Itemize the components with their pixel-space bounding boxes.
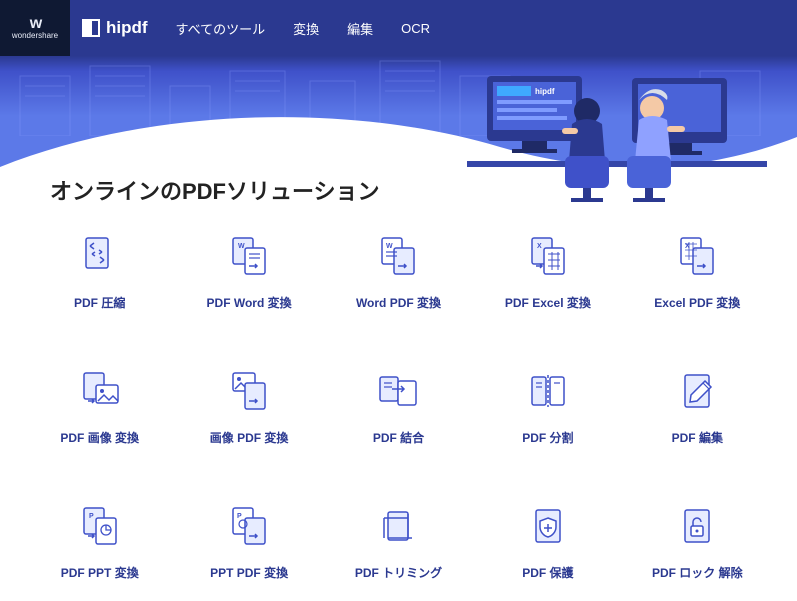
tool-label: PDF 結合: [373, 429, 424, 446]
unlock-icon: [675, 506, 719, 546]
ppt-pdf-icon: P: [227, 506, 271, 546]
tool-label: PDF Word 変換: [207, 294, 292, 311]
tools-grid: PDF 圧縮 W PDF Word 変換 W Word PDF 変換 X: [0, 206, 797, 601]
nav-edit[interactable]: 編集: [347, 19, 373, 38]
brand-name: wondershare: [12, 32, 58, 41]
nav-ocr[interactable]: OCR: [401, 21, 430, 36]
tool-label: Excel PDF 変換: [654, 294, 740, 311]
tool-pdf-split[interactable]: PDF 分割: [478, 371, 617, 446]
tool-pdf-to-word[interactable]: W PDF Word 変換: [179, 236, 318, 311]
nav-all-tools[interactable]: すべてのツール: [176, 19, 266, 38]
crop-icon: [376, 506, 420, 546]
tool-image-to-pdf[interactable]: 画像 PDF 変換: [179, 371, 318, 446]
excel-pdf-icon: X: [675, 236, 719, 276]
hipdf-logo[interactable]: hipdf: [82, 18, 148, 38]
svg-text:W: W: [238, 243, 245, 250]
tool-pdf-to-excel[interactable]: X PDF Excel 変換: [478, 236, 617, 311]
hero-screen-logo: hipdf: [535, 87, 555, 96]
tool-label: PDF トリミング: [355, 564, 442, 581]
tool-pdf-protect[interactable]: PDF 保護: [478, 506, 617, 581]
tool-pdf-edit[interactable]: PDF 編集: [628, 371, 767, 446]
split-icon: [526, 371, 570, 411]
topbar: w wondershare hipdf すべてのツール 変換 編集 OCR: [0, 0, 797, 56]
tool-pdf-to-ppt[interactable]: P PDF PPT 変換: [30, 506, 169, 581]
svg-text:W: W: [386, 243, 393, 250]
svg-text:P: P: [237, 513, 242, 520]
tool-label: PDF Excel 変換: [505, 294, 591, 311]
pdf-excel-icon: X: [526, 236, 570, 276]
tool-excel-to-pdf[interactable]: X Excel PDF 変換: [628, 236, 767, 311]
nav-convert[interactable]: 変換: [293, 19, 319, 38]
tool-pdf-crop[interactable]: PDF トリミング: [329, 506, 468, 581]
tool-label: 画像 PDF 変換: [210, 429, 289, 446]
tool-word-to-pdf[interactable]: W Word PDF 変換: [329, 236, 468, 311]
main-nav: hipdf すべてのツール 変換 編集 OCR: [70, 0, 797, 56]
tool-pdf-merge[interactable]: PDF 結合: [329, 371, 468, 446]
pdf-word-icon: W: [227, 236, 271, 276]
tool-label: PDF 保護: [522, 564, 573, 581]
tool-pdf-compress[interactable]: PDF 圧縮: [30, 236, 169, 311]
pdf-image-icon: [78, 371, 122, 411]
tool-ppt-to-pdf[interactable]: P PPT PDF 変換: [179, 506, 318, 581]
hipdf-logo-text: hipdf: [106, 18, 148, 38]
tool-pdf-unlock[interactable]: PDF ロック 解除: [628, 506, 767, 581]
tool-label: Word PDF 変換: [356, 294, 441, 311]
edit-icon: [675, 371, 719, 411]
word-pdf-icon: W: [376, 236, 420, 276]
tool-label: PDF ロック 解除: [652, 564, 743, 581]
protect-icon: [526, 506, 570, 546]
svg-text:P: P: [89, 513, 94, 520]
pdf-ppt-icon: P: [78, 506, 122, 546]
hero-illustration: hipdf: [467, 66, 767, 206]
compress-icon: [78, 236, 122, 276]
tool-label: PDF 圧縮: [74, 294, 125, 311]
tool-label: PDF 分割: [522, 429, 573, 446]
tool-label: PDF 画像 変換: [60, 429, 139, 446]
image-pdf-icon: [227, 371, 271, 411]
tool-label: PDF PPT 変換: [61, 564, 139, 581]
hipdf-logo-icon: [82, 19, 100, 37]
svg-text:X: X: [537, 243, 542, 250]
hero: hipdf オンラインのPDFソリューション: [0, 56, 797, 206]
brand-w-icon: w: [30, 15, 40, 33]
page-title: オンラインのPDFソリューション: [50, 174, 380, 206]
merge-icon: [376, 371, 420, 411]
tool-label: PPT PDF 変換: [210, 564, 288, 581]
tool-label: PDF 編集: [672, 429, 723, 446]
tool-pdf-to-image[interactable]: PDF 画像 変換: [30, 371, 169, 446]
wondershare-brand[interactable]: w wondershare: [0, 0, 70, 56]
